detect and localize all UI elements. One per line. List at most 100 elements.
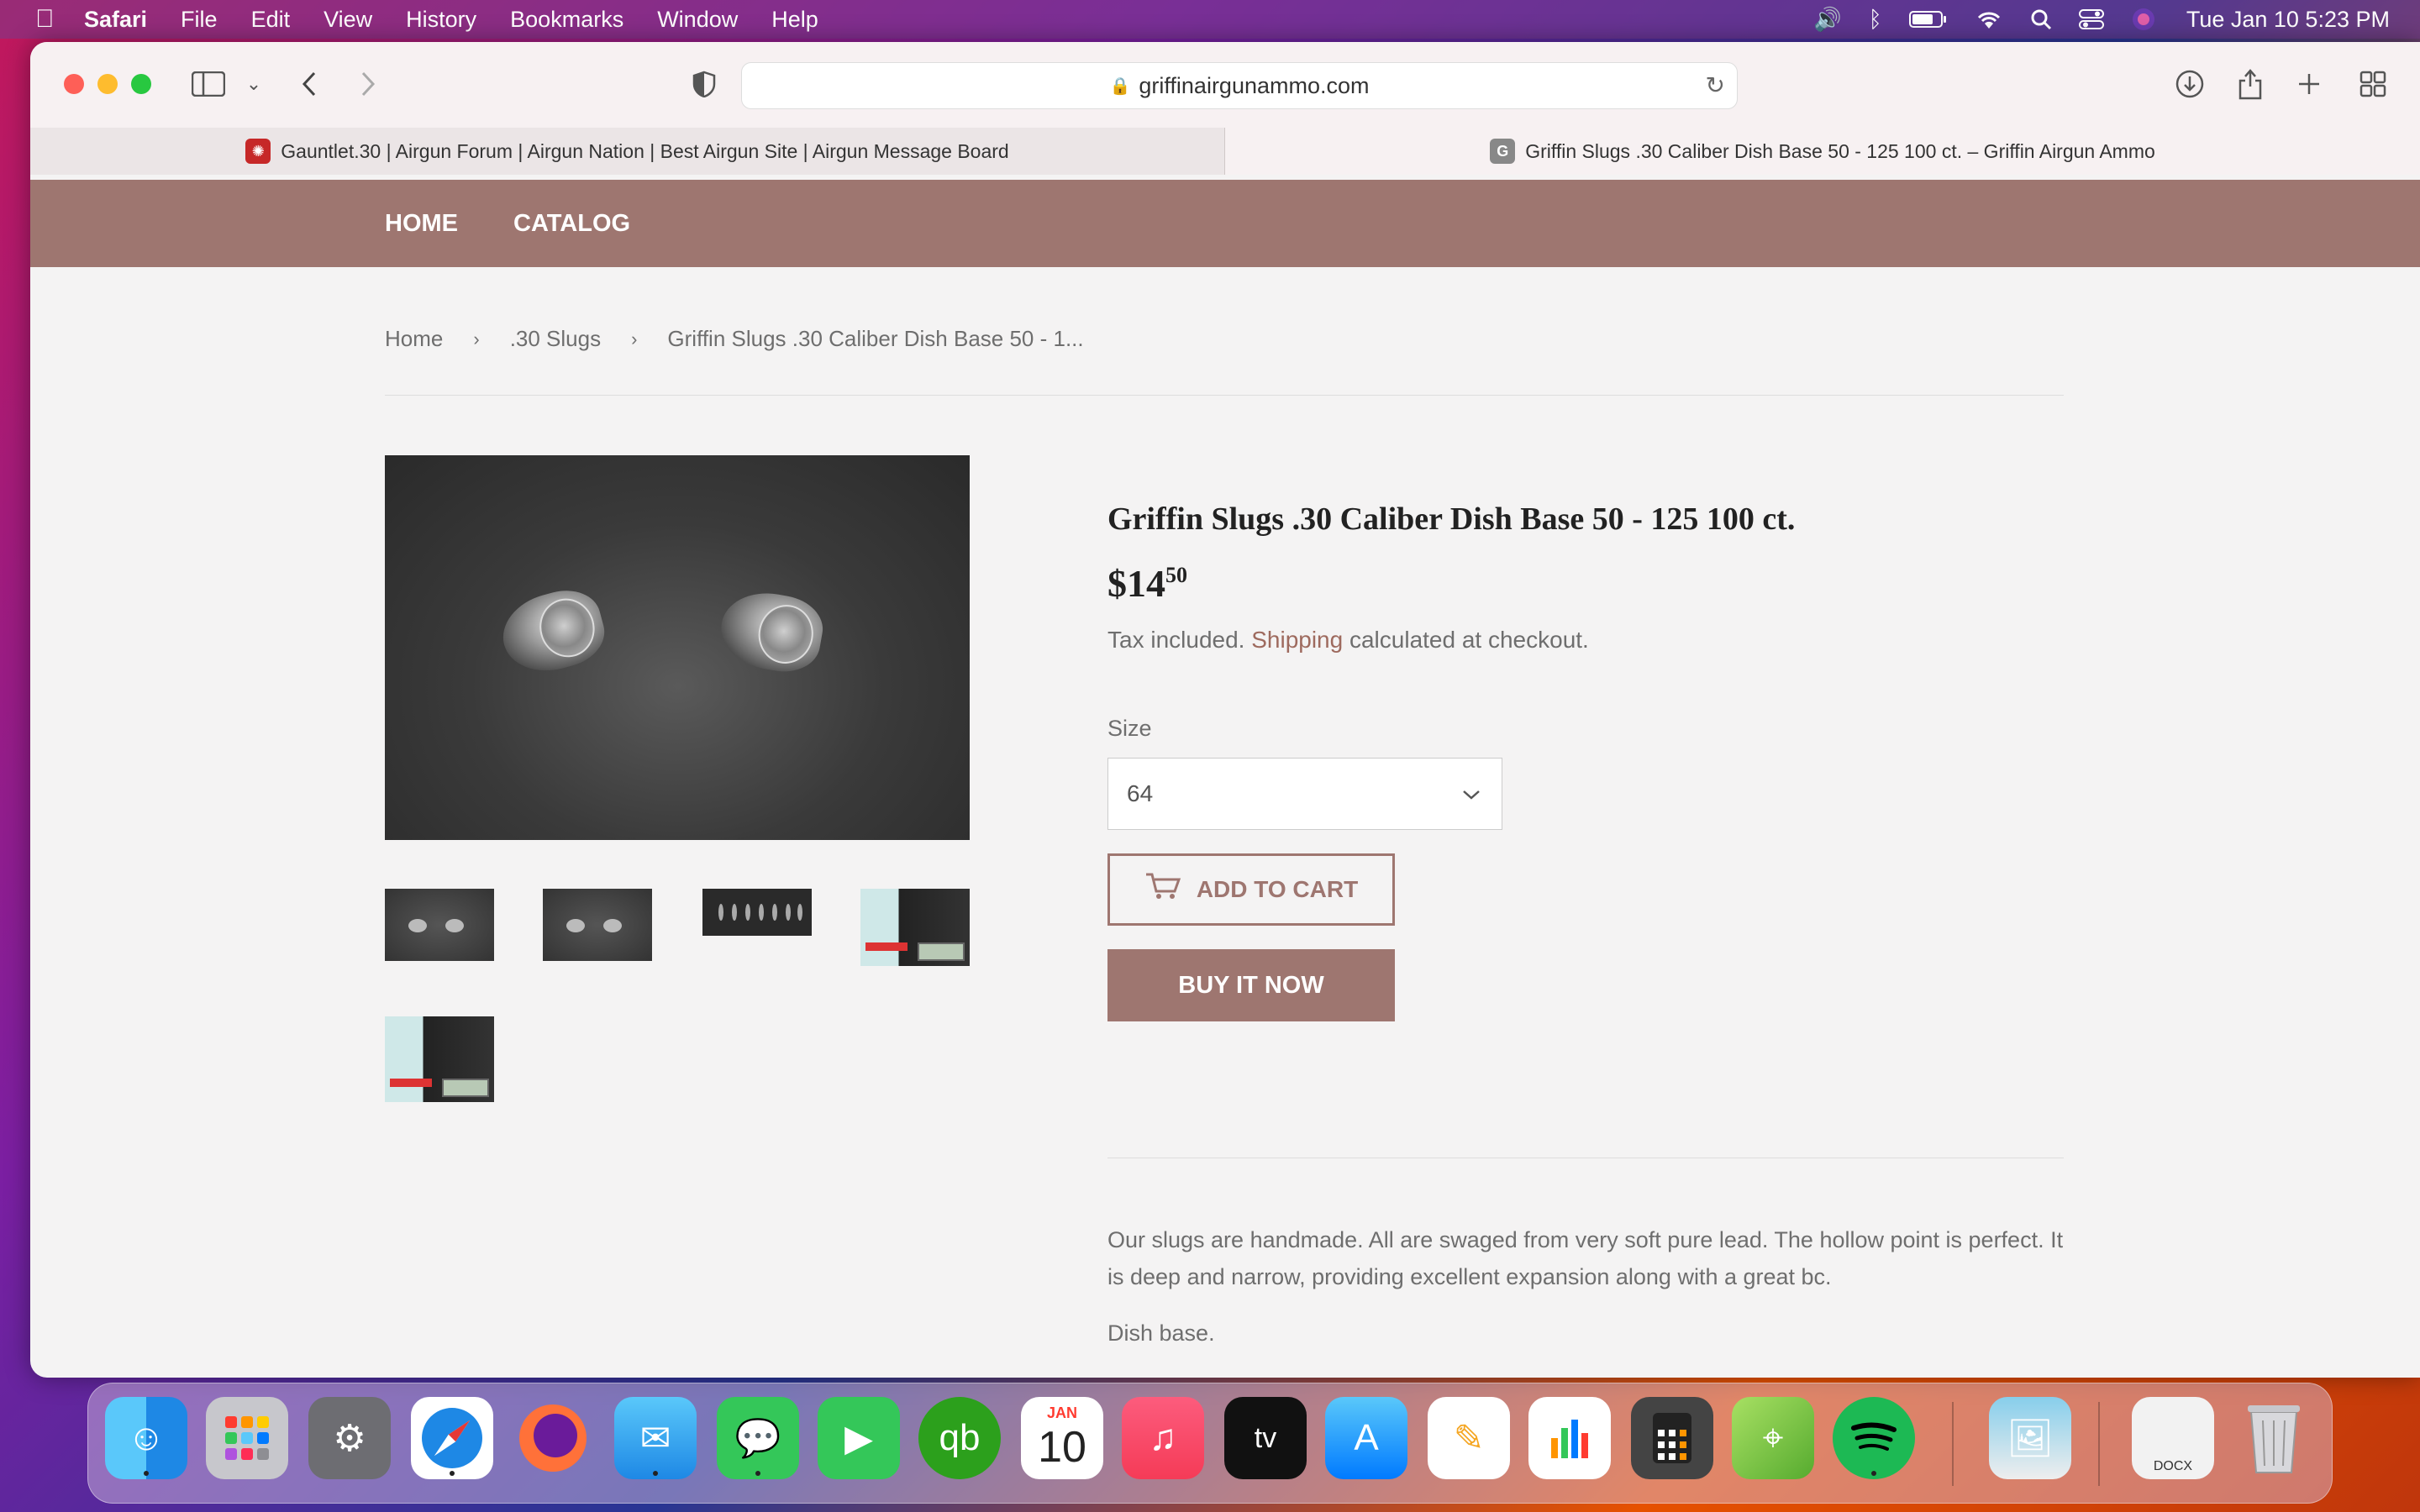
buy-it-now-button[interactable]: BUY IT NOW — [1107, 949, 1395, 1021]
menu-view[interactable]: View — [324, 7, 372, 33]
close-window-button[interactable] — [64, 74, 84, 94]
breadcrumb-home-link[interactable]: Home — [385, 326, 443, 352]
volume-icon[interactable]: 🔊 — [1813, 6, 1842, 33]
share-icon[interactable] — [2232, 66, 2269, 102]
preview-icon[interactable]: 🖼 — [1989, 1397, 2071, 1479]
address-bar[interactable]: 🔒 griffinairgunammo.com ↻ — [741, 62, 1738, 109]
tab-overview-icon[interactable] — [2354, 66, 2391, 102]
finder-icon[interactable]: ☺ — [105, 1397, 187, 1479]
lock-icon: 🔒 — [1109, 76, 1131, 96]
mail-icon[interactable]: ✉ — [614, 1397, 697, 1479]
add-to-cart-button[interactable]: ADD TO CART — [1107, 853, 1395, 926]
menu-app-name[interactable]: Safari — [84, 7, 147, 33]
firefox-icon[interactable] — [512, 1397, 594, 1479]
menu-bookmarks[interactable]: Bookmarks — [510, 7, 623, 33]
url-text: griffinairgunammo.com — [1139, 72, 1370, 98]
tab-airgun-forum[interactable]: ✺ Gauntlet.30 | Airgun Forum | Airgun Na… — [30, 128, 1225, 175]
zoom-window-button[interactable] — [131, 74, 151, 94]
slug-image — [494, 582, 612, 681]
privacy-shield-icon[interactable] — [686, 66, 723, 102]
nav-catalog-link[interactable]: CATALOG — [513, 210, 630, 238]
siri-icon[interactable] — [2131, 7, 2156, 32]
dock-separator — [2098, 1402, 2100, 1486]
tab-title: Gauntlet.30 | Airgun Forum | Airgun Nati… — [281, 139, 1009, 162]
trash-icon[interactable] — [2233, 1397, 2315, 1479]
wifi-icon[interactable] — [1975, 8, 2003, 30]
menu-window[interactable]: Window — [657, 7, 738, 33]
product-thumbnail-2[interactable] — [543, 889, 652, 961]
battery-icon[interactable] — [1908, 10, 1948, 29]
breadcrumb-category-link[interactable]: .30 Slugs — [510, 326, 601, 352]
menu-edit[interactable]: Edit — [251, 7, 291, 33]
size-label: Size — [1107, 716, 1152, 741]
forward-icon[interactable] — [350, 66, 387, 102]
nav-home-link[interactable]: HOME — [385, 210, 458, 238]
chevron-down-icon[interactable]: ⌄ — [235, 66, 272, 102]
apple-tv-icon[interactable]: tv — [1224, 1397, 1307, 1479]
apple-icon[interactable]:  — [35, 5, 55, 34]
tax-prefix: Tax included. — [1107, 627, 1252, 653]
site-nav: HOME CATALOG — [30, 180, 2420, 267]
airgun-nation-favicon-icon: ✺ — [245, 139, 271, 164]
safari-icon[interactable] — [411, 1397, 493, 1479]
breadcrumb-separator-icon: › — [631, 328, 638, 349]
slug-image — [715, 585, 828, 678]
product-thumbnail-4[interactable] — [860, 889, 970, 966]
maps-icon[interactable]: ⌖ — [1732, 1397, 1814, 1479]
browser-toolbar: ⌄ 🔒 griffinairgunammo.com ↻ — [30, 42, 2420, 128]
system-preferences-icon[interactable]: ⚙ — [308, 1397, 391, 1479]
calendar-icon[interactable]: JAN 10 — [1021, 1397, 1103, 1479]
menu-file[interactable]: File — [181, 7, 218, 33]
cart-icon — [1144, 872, 1181, 908]
breadcrumb: Home › .30 Slugs › Griffin Slugs .30 Cal… — [385, 326, 1084, 352]
downloads-icon[interactable] — [2171, 66, 2208, 102]
size-select[interactable]: 64 — [1107, 758, 1502, 830]
calendar-month: JAN — [1046, 1404, 1077, 1421]
shipping-link[interactable]: Shipping — [1251, 627, 1343, 653]
menu-history[interactable]: History — [406, 7, 476, 33]
back-icon[interactable] — [291, 66, 328, 102]
divider — [385, 395, 2064, 396]
price-main: $14 — [1107, 562, 1165, 605]
docx-label: DOCX — [2153, 1459, 2193, 1473]
messages-icon[interactable]: 💬 — [717, 1397, 799, 1479]
product-thumbnail-5[interactable] — [385, 1016, 494, 1102]
product-title: Griffin Slugs .30 Caliber Dish Base 50 -… — [1107, 501, 1796, 537]
pages-icon[interactable]: ✎ — [1428, 1397, 1510, 1479]
window-controls — [64, 74, 165, 94]
product-thumbnail-3[interactable] — [702, 889, 812, 936]
numbers-icon[interactable] — [1528, 1397, 1611, 1479]
reload-icon[interactable]: ↻ — [1706, 71, 1725, 99]
quickbooks-icon[interactable]: qb — [918, 1397, 1001, 1479]
new-tab-icon[interactable] — [2291, 66, 2328, 102]
menu-bar:  Safari File Edit View History Bookmark… — [0, 0, 2420, 39]
product-main-image[interactable] — [385, 455, 970, 840]
product-description: Our slugs are handmade. All are swaged f… — [1107, 1227, 2064, 1289]
minimize-window-button[interactable] — [97, 74, 118, 94]
dock-separator — [1952, 1402, 1954, 1486]
size-select-value: 64 — [1127, 780, 1154, 806]
griffin-favicon-icon: G — [1490, 139, 1516, 164]
add-to-cart-label: ADD TO CART — [1196, 876, 1359, 902]
sidebar-toggle-icon[interactable] — [190, 66, 227, 102]
menu-clock[interactable]: Tue Jan 10 5:23 PM — [2186, 7, 2390, 33]
tax-suffix: calculated at checkout. — [1343, 627, 1589, 653]
product-thumbnail-1[interactable] — [385, 889, 494, 961]
calculator-icon[interactable] — [1631, 1397, 1713, 1479]
tax-note: Tax included. Shipping calculated at che… — [1107, 627, 1589, 654]
tab-griffin-airgun-ammo[interactable]: G Griffin Slugs .30 Caliber Dish Base 50… — [1225, 128, 2420, 175]
spotify-icon[interactable] — [1833, 1397, 1915, 1479]
tab-title: Griffin Slugs .30 Caliber Dish Base 50 -… — [1525, 139, 2155, 162]
calendar-day: 10 — [1038, 1422, 1086, 1472]
breadcrumb-current: Griffin Slugs .30 Caliber Dish Base 50 -… — [667, 326, 1084, 351]
spotlight-search-icon[interactable] — [2030, 8, 2052, 30]
docx-file-icon[interactable]: DOCX — [2132, 1397, 2214, 1479]
app-store-icon[interactable]: A — [1325, 1397, 1407, 1479]
tab-bar: ✺ Gauntlet.30 | Airgun Forum | Airgun Na… — [30, 128, 2420, 175]
menu-help[interactable]: Help — [771, 7, 818, 33]
music-icon[interactable]: ♫ — [1122, 1397, 1204, 1479]
facetime-icon[interactable]: ▶ — [818, 1397, 900, 1479]
control-center-icon[interactable] — [2078, 8, 2104, 30]
launchpad-icon[interactable] — [206, 1397, 288, 1479]
bluetooth-icon[interactable]: ᛒ — [1869, 7, 1882, 33]
